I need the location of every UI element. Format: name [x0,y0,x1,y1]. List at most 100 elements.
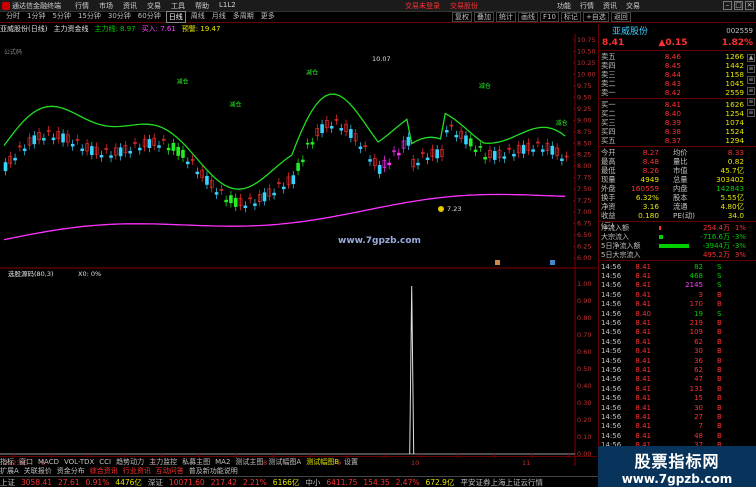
draw-line-button[interactable]: 画线 [518,12,538,22]
tab-cci[interactable]: CCI [99,458,111,466]
menu-item-news[interactable]: 资讯 [123,1,137,11]
back-button[interactable]: 返回 [610,12,631,22]
minimize-icon[interactable]: – [723,1,732,10]
tab-general-news[interactable]: 综合资讯 [90,466,118,476]
tab-qa[interactable]: 互动问答 [156,466,184,476]
bid-row[interactable]: 买五 8.37 1294 [599,136,756,146]
tab-extend-a[interactable]: 扩展A [0,466,19,476]
panel-button-icon[interactable]: ≡ [747,87,755,95]
menu-item-tools[interactable]: 工具 [171,1,185,11]
trade-login-link[interactable]: 交易未登录 [405,1,440,11]
stat-value: 4949 [640,175,659,184]
y-axis-tick-label: 10.00 [577,70,596,78]
candle-body [128,150,133,154]
sub-y-axis-tick-label: 0.90 [577,297,591,305]
add-watchlist-button[interactable]: +自选 [582,12,609,22]
kline-chart[interactable]: 减仓减仓减仓减仓减仓 10.7510.5010.2510.009.759.509… [0,34,597,466]
info-tabs: 扩展A 关联报价 资金分布 综合资讯 行业资讯 互动问答 普及新功能说明 [0,466,597,476]
tab-new-features[interactable]: 普及新功能说明 [189,466,238,476]
mark-button[interactable]: 标记 [560,12,581,22]
tab-main-monitor[interactable]: 主力监控 [149,457,177,467]
tick-volume: 30 [694,347,703,356]
candle-body [42,138,46,141]
stat-value: 34.0 [727,211,744,220]
chart-area[interactable]: 亚威股份(日线) 主力资金线 主力线: 8.97 买入: 7.61 预警: 19… [0,24,597,476]
tick-time: 14:56 [601,403,622,412]
period-tab-more[interactable]: 更多 [259,11,277,23]
panel-button-icon[interactable]: ≡ [747,109,755,117]
tab-test-sub-b[interactable]: 测试幅图B [306,457,339,467]
candle-body [339,128,344,131]
tab-test-sub-a[interactable]: 测试幅图A [268,457,301,467]
period-tab-multi[interactable]: 多周期 [231,11,256,23]
period-tab-60min[interactable]: 60分钟 [136,11,163,23]
period-tab-5min[interactable]: 5分钟 [50,11,72,23]
close-icon[interactable]: × [745,1,754,10]
info-marker-icon[interactable] [550,260,555,265]
tab-ma2[interactable]: MA2 [215,458,230,466]
tick-price: 8.41 [635,328,651,337]
right-menu-trade[interactable]: 交易 [626,1,640,11]
panel-scrollbar[interactable]: ▲ ≡ ≡ ≡ ≡ ≡ [747,54,756,434]
panel-button-icon[interactable]: ≡ [747,98,755,106]
sub-y-axis-tick-label: 0.60 [577,348,591,356]
tab-private-main[interactable]: 私募主图 [182,457,210,467]
tick-volume: 27 [694,412,703,421]
right-menu-function[interactable]: 功能 [557,1,571,11]
chart-formula-name[interactable]: 主力资金线 [53,24,88,34]
period-selector: 分时 1分钟 5分钟 15分钟 30分钟 60分钟 日线 周线 月线 多周期 更… [4,11,277,23]
tab-macd[interactable]: MACD [38,458,59,466]
tick-side: B [717,337,722,346]
candle-body [22,148,27,152]
period-tab-15min[interactable]: 15分钟 [76,11,103,23]
watermark-url: www.7gpzb.com [621,471,733,486]
tick-time: 14:56 [601,328,622,337]
tick-row: 14:56 8.41 7 B [599,422,756,431]
statistics-button[interactable]: 统计 [496,12,516,22]
flow-bar [659,234,663,239]
trade-stock-link[interactable]: 交易股份 [450,1,478,11]
period-tab-week[interactable]: 周线 [189,11,207,23]
candle-body [531,149,535,152]
tab-trend-power[interactable]: 趋势动力 [116,457,144,467]
period-tab-month[interactable]: 月线 [210,11,228,23]
menu-item-trade[interactable]: 交易 [147,1,161,11]
event-marker-icon[interactable] [495,260,500,265]
candle-body [406,136,411,146]
menu-item-l1l2[interactable]: L1L2 [219,1,236,11]
menu-item-quotes[interactable]: 行情 [75,1,89,11]
ask-row[interactable]: 卖一 8.42 2559 [599,88,756,98]
f10-button[interactable]: F10 [540,12,559,22]
tab-indicator[interactable]: 指标 [0,457,14,467]
period-tab-minute[interactable]: 分时 [4,11,22,23]
right-menu-quotes[interactable]: 行情 [580,1,594,11]
tab-settings[interactable]: 设置 [344,457,358,467]
tab-window[interactable]: 窗口 [19,457,33,467]
tab-industry-news[interactable]: 行业资讯 [123,466,151,476]
y-axis-tick-label: 8.25 [577,151,591,159]
maximize-icon[interactable]: □ [734,1,743,10]
stat-label: 净资 [601,202,616,211]
menu-item-help[interactable]: 帮助 [195,1,209,11]
indicator-value-alert: 预警: 19.47 [181,25,221,33]
restore-rights-button[interactable]: 复权 [452,12,472,22]
tab-fund-dist[interactable]: 资金分布 [57,466,85,476]
panel-button-icon[interactable]: ≡ [747,65,755,73]
tick-volume: 468 [689,272,703,281]
panel-button-icon[interactable]: ≡ [747,76,755,84]
index-quote-item: 6166亿 [272,477,300,487]
period-tab-1min[interactable]: 1分钟 [25,11,47,23]
tab-related-quote[interactable]: 关联报价 [24,466,52,476]
sub-y-axis-tick-label: 0.80 [577,314,591,322]
overlay-button[interactable]: 叠加 [474,12,494,22]
tab-vol-tdx[interactable]: VOL-TDX [64,458,94,466]
right-menu-news[interactable]: 资讯 [603,1,617,11]
scroll-up-icon[interactable]: ▲ [747,54,755,62]
period-tab-day[interactable]: 日线 [165,11,186,23]
tick-time: 14:56 [601,281,622,290]
menu-item-market[interactable]: 市场 [99,1,113,11]
tab-test-main[interactable]: 测试主图 [235,457,263,467]
tick-list[interactable]: 14:56 8.41 82 S 14:56 8.41 468 S 14:56 8.41 2145 S 1… [599,262,756,450]
flow-bar [659,225,661,230]
period-tab-30min[interactable]: 30分钟 [106,11,133,23]
